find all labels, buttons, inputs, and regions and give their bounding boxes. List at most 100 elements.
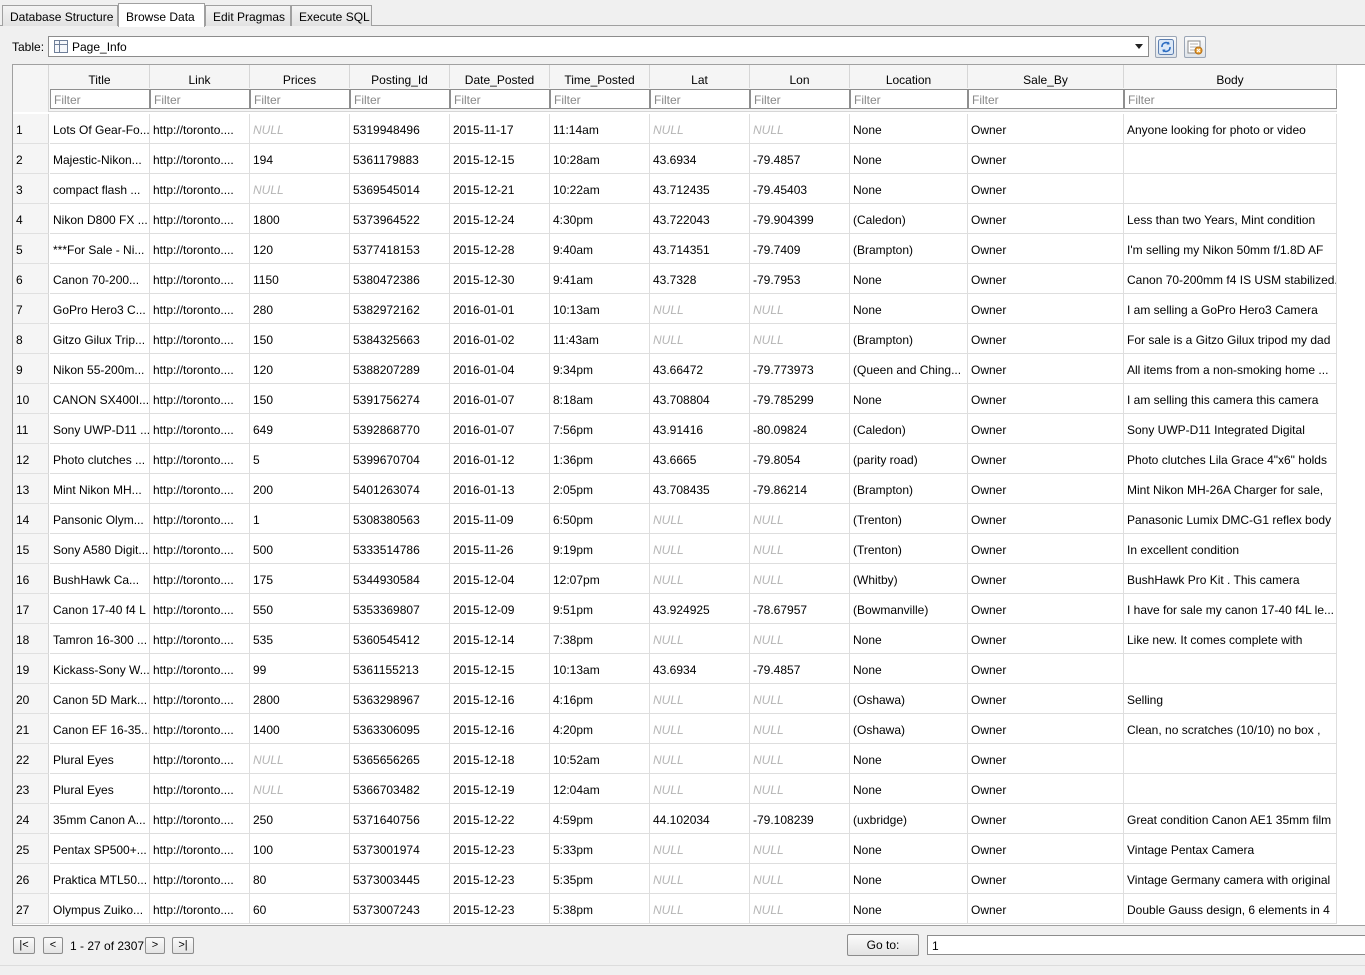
- row-number[interactable]: 17: [13, 594, 49, 624]
- cell-date-posted[interactable]: 2016-01-13: [450, 474, 550, 504]
- cell-title[interactable]: Mint Nikon MH...: [50, 474, 150, 504]
- row-number[interactable]: 2: [13, 144, 49, 174]
- tab-edit-pragmas[interactable]: Edit Pragmas: [205, 5, 291, 26]
- next-page-button[interactable]: >: [145, 937, 165, 954]
- cell-title[interactable]: Nikon 55-200m...: [50, 354, 150, 384]
- goto-button[interactable]: Go to:: [847, 934, 919, 956]
- cell-date-posted[interactable]: 2015-11-09: [450, 504, 550, 534]
- cell-title[interactable]: Photo clutches ...: [50, 444, 150, 474]
- cell-link[interactable]: http://toronto....: [150, 264, 250, 294]
- cell-body[interactable]: Great condition Canon AE1 35mm film: [1124, 804, 1337, 834]
- cell-link[interactable]: http://toronto....: [150, 534, 250, 564]
- cell-posting-id[interactable]: 5363306095: [350, 714, 450, 744]
- cell-body[interactable]: BushHawk Pro Kit . This camera: [1124, 564, 1337, 594]
- table-row[interactable]: 19 Kickass-Sony W... http://toronto.... 99 5…: [13, 654, 1365, 684]
- cell-date-posted[interactable]: 2015-12-23: [450, 894, 550, 924]
- cell-sale-by[interactable]: Owner: [968, 174, 1124, 204]
- previous-page-button[interactable]: <: [43, 937, 63, 954]
- cell-link[interactable]: http://toronto....: [150, 714, 250, 744]
- cell-lat[interactable]: 43.91416: [650, 414, 750, 444]
- cell-lon[interactable]: -78.67957: [750, 594, 850, 624]
- row-number[interactable]: 24: [13, 804, 49, 834]
- first-page-button[interactable]: |<: [13, 937, 35, 954]
- row-number[interactable]: 5: [13, 234, 49, 264]
- cell-location[interactable]: None: [850, 144, 968, 174]
- cell-title[interactable]: Canon 70-200...: [50, 264, 150, 294]
- cell-time-posted[interactable]: 7:56pm: [550, 414, 650, 444]
- cell-posting-id[interactable]: 5369545014: [350, 174, 450, 204]
- cell-lat[interactable]: NULL: [650, 714, 750, 744]
- cell-lon[interactable]: NULL: [750, 834, 850, 864]
- cell-date-posted[interactable]: 2015-12-04: [450, 564, 550, 594]
- cell-time-posted[interactable]: 11:14am: [550, 114, 650, 144]
- cell-time-posted[interactable]: 5:33pm: [550, 834, 650, 864]
- cell-posting-id[interactable]: 5371640756: [350, 804, 450, 834]
- cell-location[interactable]: (Caledon): [850, 414, 968, 444]
- cell-body[interactable]: Anyone looking for photo or video: [1124, 114, 1337, 144]
- filter-input-prices[interactable]: Filter: [250, 89, 350, 109]
- cell-body[interactable]: I am selling this camera this camera: [1124, 384, 1337, 414]
- cell-date-posted[interactable]: 2015-12-19: [450, 774, 550, 804]
- table-row[interactable]: 1 Lots Of Gear-Fo... http://toronto.... NUL…: [13, 114, 1365, 144]
- cell-link[interactable]: http://toronto....: [150, 354, 250, 384]
- cell-link[interactable]: http://toronto....: [150, 564, 250, 594]
- table-row[interactable]: 4 Nikon D800 FX ... http://toronto.... 1800…: [13, 204, 1365, 234]
- cell-title[interactable]: BushHawk Ca...: [50, 564, 150, 594]
- cell-body[interactable]: Sony UWP-D11 Integrated Digital: [1124, 414, 1337, 444]
- cell-location[interactable]: None: [850, 894, 968, 924]
- cell-link[interactable]: http://toronto....: [150, 864, 250, 894]
- row-number[interactable]: 7: [13, 294, 49, 324]
- table-row[interactable]: 16 BushHawk Ca... http://toronto.... 175 534…: [13, 564, 1365, 594]
- row-number[interactable]: 27: [13, 894, 49, 924]
- cell-location[interactable]: (Queen and Ching...: [850, 354, 968, 384]
- cell-link[interactable]: http://toronto....: [150, 474, 250, 504]
- cell-link[interactable]: http://toronto....: [150, 324, 250, 354]
- row-number[interactable]: 4: [13, 204, 49, 234]
- cell-link[interactable]: http://toronto....: [150, 204, 250, 234]
- cell-prices[interactable]: 200: [250, 474, 350, 504]
- table-row[interactable]: 9 Nikon 55-200m... http://toronto.... 120 53…: [13, 354, 1365, 384]
- cell-time-posted[interactable]: 9:40am: [550, 234, 650, 264]
- cell-body[interactable]: [1124, 654, 1337, 684]
- cell-prices[interactable]: 1800: [250, 204, 350, 234]
- cell-sale-by[interactable]: Owner: [968, 234, 1124, 264]
- cell-date-posted[interactable]: 2015-12-18: [450, 744, 550, 774]
- cell-link[interactable]: http://toronto....: [150, 804, 250, 834]
- cell-title[interactable]: Canon 5D Mark...: [50, 684, 150, 714]
- cell-date-posted[interactable]: 2015-11-17: [450, 114, 550, 144]
- filter-input-location[interactable]: Filter: [850, 89, 968, 109]
- cell-prices[interactable]: 150: [250, 384, 350, 414]
- cell-time-posted[interactable]: 1:36pm: [550, 444, 650, 474]
- cell-time-posted[interactable]: 5:38pm: [550, 894, 650, 924]
- cell-lat[interactable]: NULL: [650, 744, 750, 774]
- row-number[interactable]: 10: [13, 384, 49, 414]
- column-header-lat[interactable]: Lat: [650, 65, 750, 88]
- cell-lon[interactable]: -79.8054: [750, 444, 850, 474]
- table-row[interactable]: 3 compact flash ... http://toronto.... NULL…: [13, 174, 1365, 204]
- row-number[interactable]: 22: [13, 744, 49, 774]
- cell-title[interactable]: Pansonic Olym...: [50, 504, 150, 534]
- cell-posting-id[interactable]: 5363298967: [350, 684, 450, 714]
- cell-lat[interactable]: 43.722043: [650, 204, 750, 234]
- cell-lat[interactable]: NULL: [650, 324, 750, 354]
- cell-location[interactable]: None: [850, 744, 968, 774]
- cell-title[interactable]: compact flash ...: [50, 174, 150, 204]
- table-row[interactable]: 21 Canon EF 16-35... http://toronto.... 140…: [13, 714, 1365, 744]
- cell-link[interactable]: http://toronto....: [150, 444, 250, 474]
- cell-posting-id[interactable]: 5373007243: [350, 894, 450, 924]
- cell-date-posted[interactable]: 2015-12-21: [450, 174, 550, 204]
- cell-lon[interactable]: -79.7409: [750, 234, 850, 264]
- cell-lon[interactable]: -79.4857: [750, 654, 850, 684]
- cell-body[interactable]: Photo clutches Lila Grace 4"x6" holds: [1124, 444, 1337, 474]
- cell-body[interactable]: [1124, 744, 1337, 774]
- table-select[interactable]: Page_Info: [48, 36, 1149, 57]
- cell-link[interactable]: http://toronto....: [150, 684, 250, 714]
- cell-sale-by[interactable]: Owner: [968, 744, 1124, 774]
- cell-sale-by[interactable]: Owner: [968, 594, 1124, 624]
- clear-filters-button[interactable]: [1184, 36, 1206, 58]
- cell-location[interactable]: None: [850, 834, 968, 864]
- column-header-link[interactable]: Link: [150, 65, 250, 88]
- cell-link[interactable]: http://toronto....: [150, 504, 250, 534]
- column-header-time-posted[interactable]: Time_Posted: [550, 65, 650, 88]
- cell-body[interactable]: Less than two Years, Mint condition: [1124, 204, 1337, 234]
